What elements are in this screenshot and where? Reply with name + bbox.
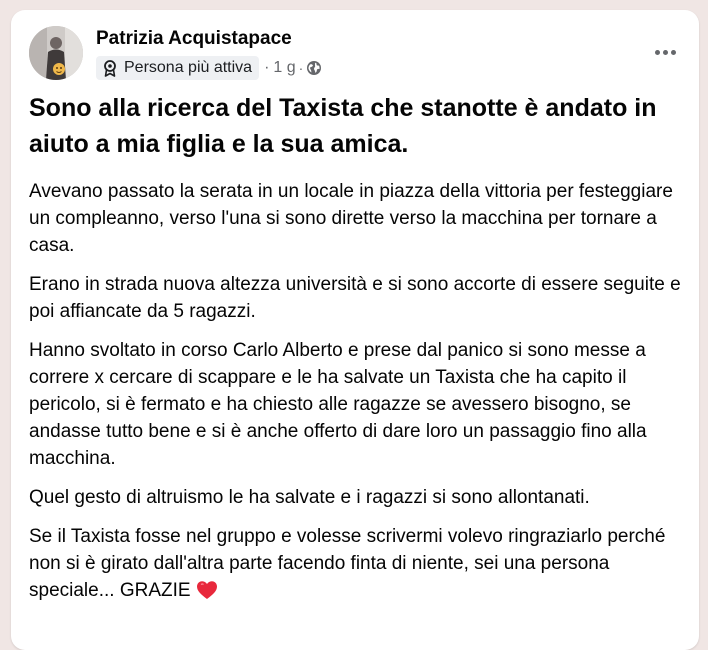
post-content: Sono alla ricerca del Taxista che stanot…: [29, 90, 684, 608]
top-fan-badge[interactable]: Persona più attiva: [96, 56, 260, 80]
badge-label: Persona più attiva: [124, 59, 253, 76]
avatar-photo: [29, 26, 83, 80]
post-paragraph: Avevano passato la serata in un locale i…: [29, 181, 673, 256]
post-paragraph-text: Se il Taxista fosse nel gruppo e volesse…: [29, 526, 666, 601]
author-name[interactable]: Patrizia Acquistapace: [96, 28, 292, 50]
more-options-icon-dot: [662, 49, 668, 55]
post-paragraph: Quel gesto di altruismo le ha salvate e …: [29, 487, 590, 508]
post-meta: Persona più attiva · 1 g ·: [96, 56, 322, 80]
more-options-icon-dot: [670, 49, 676, 55]
more-options-button[interactable]: [647, 37, 683, 67]
post-timestamp[interactable]: 1 g: [273, 59, 295, 77]
more-options-icon: [654, 49, 660, 55]
meta-separator-2: ·: [298, 60, 304, 76]
top-fan-badge-icon: [102, 59, 118, 77]
post-card: Patrizia Acquistapace Persona più attiva…: [11, 10, 699, 650]
post-paragraph: Erano in strada nuova altezza università…: [29, 274, 681, 322]
meta-separator: ·: [264, 59, 270, 76]
post-title: Sono alla ricerca del Taxista che stanot…: [29, 94, 657, 158]
heart-icon: [196, 580, 218, 608]
post-paragraph-last: Se il Taxista fosse nel gruppo e volesse…: [29, 523, 684, 608]
post-header: Patrizia Acquistapace Persona più attiva…: [29, 25, 681, 85]
post-paragraph: Hanno svoltato in corso Carlo Alberto e …: [29, 340, 647, 469]
globe-icon[interactable]: [306, 60, 322, 76]
avatar[interactable]: [29, 26, 83, 80]
